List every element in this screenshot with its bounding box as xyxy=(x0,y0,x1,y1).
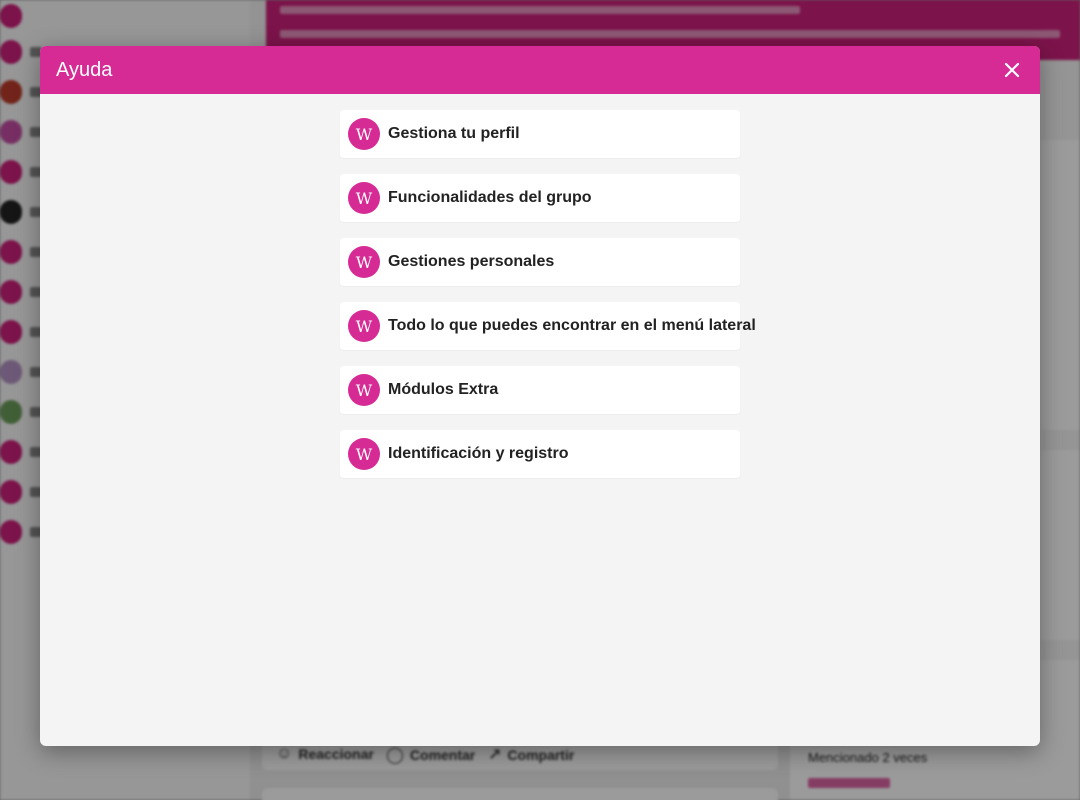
w-logo-icon: W xyxy=(348,310,380,342)
close-button[interactable] xyxy=(1002,60,1022,80)
help-item-label: Gestiona tu perfil xyxy=(388,125,520,142)
w-logo-icon: W xyxy=(348,118,380,150)
help-modal: Ayuda W Gestiona tu perfil W Funcionalid… xyxy=(40,46,1040,746)
help-item-label: Identificación y registro xyxy=(388,445,569,462)
help-item-label: Gestiones personales xyxy=(388,253,555,270)
help-item-label: Funcionalidades del grupo xyxy=(388,189,592,206)
close-icon xyxy=(1004,62,1020,78)
w-logo-icon: W xyxy=(348,246,380,278)
w-logo-icon: W xyxy=(348,374,380,406)
modal-header: Ayuda xyxy=(40,46,1040,94)
help-item-identificacion-registro[interactable]: W Identificación y registro xyxy=(340,430,740,478)
help-topics-list: W Gestiona tu perfil W Funcionalidades d… xyxy=(340,110,756,494)
help-item-gestiones-personales[interactable]: W Gestiones personales xyxy=(340,238,740,286)
help-item-modulos-extra[interactable]: W Módulos Extra xyxy=(340,366,740,414)
help-item-menu-lateral[interactable]: W Todo lo que puedes encontrar en el men… xyxy=(340,302,756,350)
w-logo-icon: W xyxy=(348,182,380,214)
help-item-label: Todo lo que puedes encontrar en el menú … xyxy=(388,317,756,334)
help-item-gestiona-perfil[interactable]: W Gestiona tu perfil xyxy=(340,110,740,158)
help-item-label: Módulos Extra xyxy=(388,381,499,398)
modal-title: Ayuda xyxy=(56,59,113,81)
w-logo-icon: W xyxy=(348,438,380,470)
help-item-funcionalidades-grupo[interactable]: W Funcionalidades del grupo xyxy=(340,174,740,222)
